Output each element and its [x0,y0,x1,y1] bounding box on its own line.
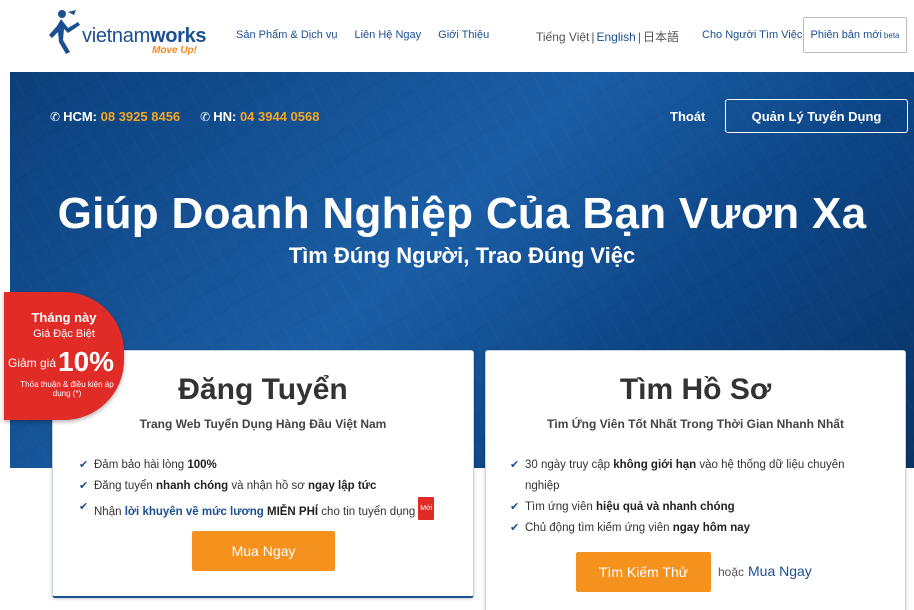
check-icon: ✔ [79,459,89,471]
feature-item: ✔ Đảm bảo hài lòng 100% [79,455,459,476]
for-job-seekers-link[interactable]: Cho Người Tìm Việc [702,29,802,41]
check-icon: ✔ [79,480,89,492]
check-icon: ✔ [510,501,520,513]
try-search-button[interactable]: Tìm Kiếm Thử [576,552,711,592]
promo-discount: Giảm giá10% [8,346,115,377]
buy-now-button[interactable]: Mua Ngay [192,531,335,571]
hero-headline: Giúp Doanh Nghiệp Của Bạn Vươn Xa [57,189,867,238]
lang-japanese[interactable]: 日本語 [643,30,679,44]
feature-item: ✔ Tìm ứng viên hiệu quả và nhanh chóng [510,497,880,518]
phone-icon: ✆ [50,110,61,124]
lang-vietnamese[interactable]: Tiếng Việt [536,30,589,44]
vietnamworks-logo[interactable]: vietnamworks Move Up! [48,8,208,60]
promo-subtitle: Giá Đặc Biệt [33,328,95,340]
card-subtitle: Tìm Ứng Viên Tốt Nhất Trong Thời Gian Nh… [547,417,844,431]
promo-title: Tháng này [31,310,97,325]
hero-subheadline: Tìm Đúng Người, Trao Đúng Việc [288,243,636,268]
hotline-bar: ✆ HCM: 08 3925 8456 ✆ HN: 04 3944 0568 [50,109,319,124]
feature-item: ✔ Nhận lời khuyên về mức lương MIỄN PHÍ c… [79,497,459,523]
promo-badge[interactable]: Tháng này Giá Đặc Biệt Giảm giá10% Thỏa … [4,292,124,420]
nav-about[interactable]: Giới Thiệu [438,29,489,41]
beta-label: beta [883,30,900,40]
lang-divider: | [591,30,595,44]
new-version-button[interactable]: Phiên bản mới beta [803,17,907,53]
search-resume-card: Tìm Hồ Sơ Tìm Ứng Viên Tốt Nhất Trong Th… [485,350,906,610]
feature-item: ✔ Chủ động tìm kiếm ứng viên ngay hôm nay [510,518,880,539]
feature-item: ✔ 30 ngày truy cập không giới hạn vào hệ … [510,455,880,497]
new-version-label: Phiên bản mới [810,29,882,41]
hcm-hotline[interactable]: ✆ HCM: 08 3925 8456 [50,109,180,124]
card-subtitle: Trang Web Tuyển Dụng Hàng Đầu Việt Nam [139,417,387,431]
check-icon: ✔ [510,459,520,471]
nav-products-services[interactable]: Sản Phẩm & Dịch vụ [236,29,338,41]
logout-link[interactable]: Thoát [670,109,705,124]
lang-english[interactable]: English [597,30,636,44]
feature-list: ✔ Đảm bảo hài lòng 100% ✔ Đăng tuyển nhanh… [79,455,459,523]
new-badge: Mới [418,497,435,520]
or-text: hoặc [718,565,745,579]
feature-item: ✔ Đăng tuyển nhanh chóng và nhận hồ sơ ng… [79,476,459,497]
feature-list: ✔ 30 ngày truy cập không giới hạn vào hệ … [510,455,880,539]
runner-logo-icon [49,10,80,54]
check-icon: ✔ [510,522,520,534]
lang-divider: | [637,30,641,44]
hn-hotline[interactable]: ✆ HN: 04 3944 0568 [200,109,319,124]
logo-tagline: Move Up! [152,45,197,56]
check-icon: ✔ [79,501,89,513]
promo-terms-note: Thỏa thuận & điều kiện áp dụng (*) [20,380,114,398]
manage-recruitment-button[interactable]: Quản Lý Tuyển Dụng [725,99,908,133]
phone-icon: ✆ [200,110,211,124]
buy-now-link[interactable]: Mua Ngay [748,563,812,579]
top-navbar: vietnamworks Move Up! Sản Phẩm & Dịch vụ… [0,0,914,72]
card-title: Tìm Hồ Sơ [619,373,772,406]
language-switcher: Tiếng Việt | English | 日本語 [536,28,679,45]
main-nav: Sản Phẩm & Dịch vụ Liên Hệ Ngay Giới Thi… [236,29,489,41]
nav-contact-now[interactable]: Liên Hệ Ngay [355,29,422,41]
